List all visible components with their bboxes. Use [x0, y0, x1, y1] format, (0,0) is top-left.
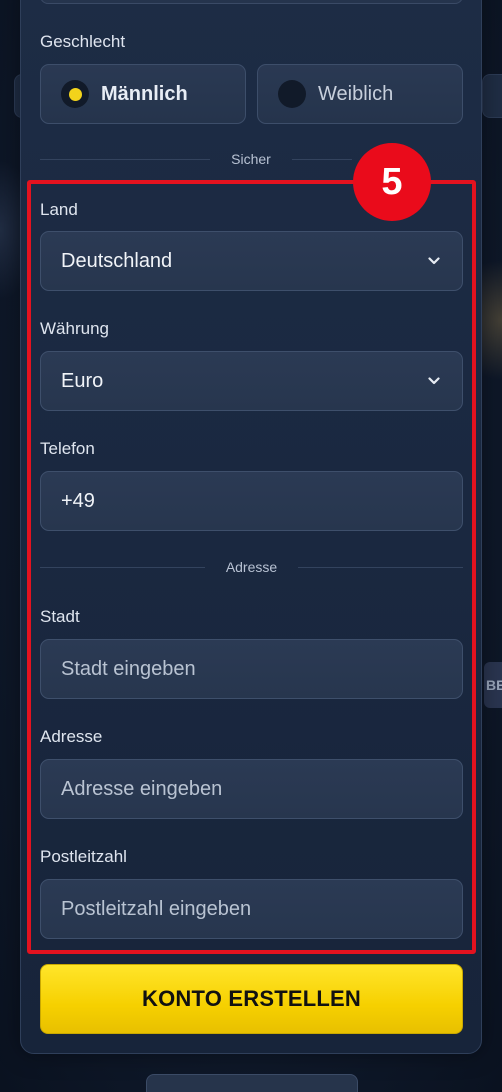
postal-label: Postleitzahl [40, 847, 127, 866]
step-number-badge: 5 [353, 143, 431, 221]
postal-field[interactable] [40, 879, 463, 939]
phone-label: Telefon [40, 439, 95, 458]
create-account-button[interactable]: KONTO ERSTELLEN [40, 964, 463, 1034]
gender-label: Geschlecht [40, 32, 126, 51]
country-select[interactable]: Deutschland [40, 231, 463, 291]
currency-select[interactable]: Euro [40, 351, 463, 411]
bottom-button[interactable] [146, 1074, 358, 1092]
country-value: Deutschland [61, 249, 173, 272]
chevron-down-icon [428, 377, 440, 385]
radio-selected-icon [61, 80, 89, 108]
divider-line-left [40, 159, 210, 160]
phone-input[interactable] [61, 489, 441, 513]
postal-input[interactable] [61, 897, 441, 921]
gender-male-label: Männlich [101, 82, 188, 105]
country-label: Land [40, 200, 78, 219]
city-field[interactable] [40, 639, 463, 699]
address-field[interactable] [40, 759, 463, 819]
currency-value: Euro [61, 369, 104, 392]
city-label: Stadt [40, 607, 80, 626]
city-input[interactable] [61, 657, 441, 681]
gender-female-option[interactable]: Weiblich [257, 64, 463, 124]
background-element-right [482, 74, 502, 118]
divider-line-left [40, 567, 205, 568]
gender-female-label: Weiblich [318, 82, 394, 105]
chevron-down-icon [428, 257, 440, 265]
address-label: Adresse [40, 727, 103, 746]
background-chip-right: BE [484, 662, 502, 708]
divider-line-right [298, 567, 463, 568]
previous-field[interactable] [40, 0, 463, 4]
currency-label: Währung [40, 319, 109, 338]
section-address-title: Adresse [225, 559, 278, 575]
divider-line-right [292, 159, 352, 160]
phone-field[interactable] [40, 471, 463, 531]
section-secure-title: Sicher [231, 151, 271, 167]
radio-unselected-icon [278, 80, 306, 108]
address-input[interactable] [61, 777, 441, 801]
gender-male-option[interactable]: Männlich [40, 64, 246, 124]
